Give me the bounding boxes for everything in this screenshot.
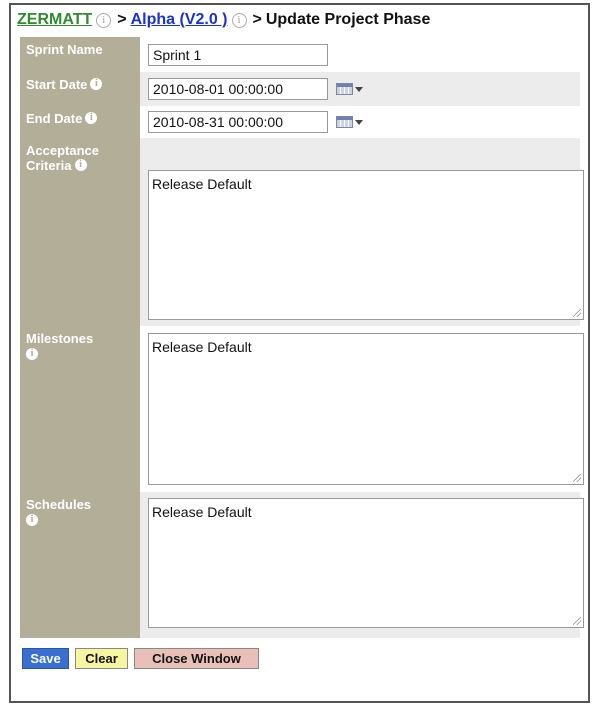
milestones-row: Milestones i Release Default [20, 326, 584, 492]
resize-grip-icon[interactable] [573, 617, 581, 625]
acceptance-criteria-label-line1: Acceptance [26, 143, 99, 158]
schedules-label: Schedules i [20, 492, 140, 638]
end-date-label-text: End Date [26, 111, 83, 126]
calendar-icon [336, 83, 353, 95]
start-date-input[interactable]: 2010-08-01 00:00:00 [148, 78, 328, 100]
milestones-textarea[interactable]: Release Default [148, 333, 584, 485]
sprint-name-row: Sprint Name Sprint 1 [20, 37, 580, 72]
chevron-down-icon [355, 119, 363, 125]
page-title: Update Project Phase [265, 11, 431, 28]
chevron-down-icon [355, 86, 363, 92]
acceptance-criteria-row: Acceptance Criteria i Release Default [20, 138, 584, 326]
start-date-calendar-button[interactable] [336, 81, 366, 97]
breadcrumb-root-link[interactable]: ZERMATT [17, 11, 92, 29]
milestones-value: Release Default [152, 339, 252, 355]
sprint-name-label-text: Sprint Name [26, 42, 103, 57]
start-date-label: Start Date i [20, 72, 140, 106]
breadcrumb: ZERMATT i > Alpha (V2.0 ) i > Update Pro… [17, 9, 430, 31]
end-date-label: End Date i [20, 106, 140, 138]
acceptance-criteria-label-line2: Criteria [26, 158, 72, 173]
end-date-input[interactable]: 2010-08-31 00:00:00 [148, 111, 328, 133]
resize-grip-icon[interactable] [573, 474, 581, 482]
calendar-icon [336, 116, 353, 128]
start-date-row: Start Date i 2010-08-01 00:00:00 [20, 72, 580, 106]
acceptance-criteria-textarea[interactable]: Release Default [148, 170, 584, 320]
start-date-value: 2010-08-01 00:00:00 [153, 81, 283, 97]
clear-button[interactable]: Clear [75, 648, 128, 669]
acceptance-criteria-label: Acceptance Criteria i [20, 138, 140, 326]
breadcrumb-separator: > [252, 11, 262, 28]
sprint-name-input[interactable]: Sprint 1 [148, 44, 328, 66]
end-date-calendar-button[interactable] [336, 114, 366, 130]
root-info-icon[interactable]: i [96, 12, 112, 28]
start-date-label-text: Start Date [26, 77, 88, 92]
save-button[interactable]: Save [22, 648, 69, 669]
close-window-button[interactable]: Close Window [134, 648, 259, 669]
acceptance-criteria-value: Release Default [152, 176, 252, 192]
schedules-row: Schedules i Release Default [20, 492, 584, 638]
start-date-info-icon[interactable]: i [90, 78, 103, 90]
breadcrumb-release-link[interactable]: Alpha (V2.0 ) [131, 11, 228, 29]
milestones-label: Milestones i [20, 326, 140, 492]
acceptance-criteria-info-icon[interactable]: i [74, 159, 87, 171]
milestones-label-text: Milestones [26, 331, 94, 346]
end-date-info-icon[interactable]: i [85, 112, 98, 124]
end-date-row: End Date i 2010-08-31 00:00:00 [20, 106, 580, 138]
release-info-icon[interactable]: i [231, 12, 247, 28]
end-date-value: 2010-08-31 00:00:00 [153, 114, 283, 130]
schedules-value: Release Default [152, 504, 252, 520]
schedules-info-icon[interactable]: i [26, 514, 38, 526]
sprint-name-label: Sprint Name [20, 37, 140, 72]
resize-grip-icon[interactable] [573, 309, 581, 317]
breadcrumb-separator: > [117, 11, 127, 28]
sprint-name-value: Sprint 1 [153, 47, 202, 63]
schedules-label-text: Schedules [26, 497, 92, 512]
schedules-textarea[interactable]: Release Default [148, 498, 584, 628]
milestones-info-icon[interactable]: i [26, 348, 38, 360]
